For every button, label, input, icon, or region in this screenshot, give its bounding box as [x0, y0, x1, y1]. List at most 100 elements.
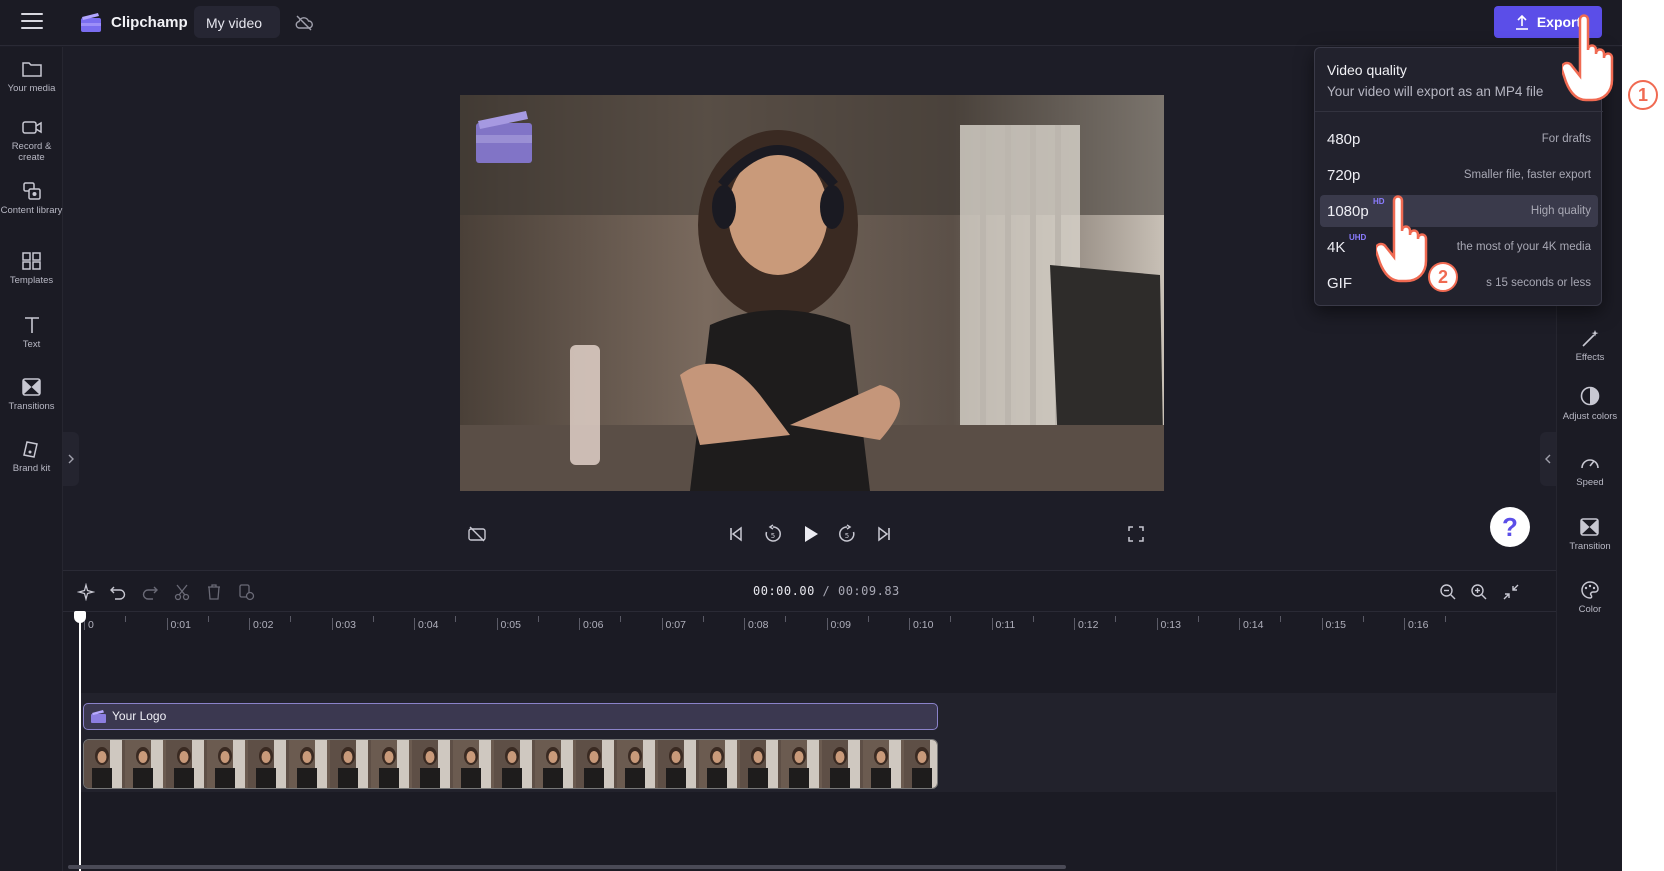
timeline-ruler[interactable]: 0 0:01 0:02 0:03 0:04 0:05 0:06 0:07 0:08 0:09 0:1…: [63, 611, 1556, 637]
zoom-in-icon[interactable]: [1470, 583, 1488, 601]
thumbnail-face: [917, 751, 927, 763]
quality-option-gif[interactable]: GIF s 15 seconds or less: [1320, 267, 1598, 299]
forward-5-icon: 5: [839, 524, 855, 542]
rewind-5s-button[interactable]: 5: [759, 520, 787, 548]
sidebar-item-adjust-colors[interactable]: Adjust colors: [1557, 385, 1622, 422]
logo-clip[interactable]: Your Logo: [83, 703, 938, 730]
timecode: 00:00.00 / 00:09.83: [753, 584, 900, 598]
ruler-minor-tick: [290, 616, 292, 622]
ruler-tick: [1239, 618, 1240, 630]
skip-to-end-button[interactable]: [870, 520, 898, 548]
ruler-label: 0:15: [1325, 619, 1346, 631]
sidebar-item-your-media[interactable]: Your media: [0, 59, 63, 94]
ruler-minor-tick: [1445, 616, 1447, 622]
sidebar-item-label: Your media: [7, 83, 56, 94]
ruler-tick: [1404, 618, 1405, 630]
play-button[interactable]: [796, 520, 824, 548]
rewind-5-icon: 5: [765, 524, 781, 542]
sidebar-item-transitions[interactable]: Transitions: [0, 377, 63, 412]
skip-to-start-button[interactable]: [722, 520, 750, 548]
sidebar-item-text[interactable]: Text: [0, 315, 63, 350]
palette-icon: [1581, 581, 1599, 599]
duplicate-icon[interactable]: [237, 583, 255, 601]
camera-off-icon: [468, 526, 486, 542]
play-icon: [805, 526, 818, 542]
option-description: Smaller file, faster export: [1463, 169, 1591, 181]
collapse-left-panel-button[interactable]: [63, 432, 79, 486]
sidebar-item-speed[interactable]: Speed: [1557, 453, 1622, 488]
sidebar-item-label: Effects: [1575, 352, 1605, 363]
fullscreen-button[interactable]: [1122, 520, 1150, 548]
dropdown-header: Video quality Your video will export as …: [1315, 48, 1603, 112]
forward-5s-button[interactable]: 5: [833, 520, 861, 548]
trash-icon[interactable]: [205, 583, 223, 601]
playhead-handle[interactable]: [74, 611, 86, 623]
thumbnail-body: [871, 768, 891, 788]
transition-icon: [1580, 518, 1599, 536]
fit-timeline-icon[interactable]: [1502, 583, 1520, 601]
quality-option-480p[interactable]: 480p For drafts: [1320, 123, 1598, 155]
zoom-out-icon[interactable]: [1439, 583, 1457, 601]
sidebar-item-templates[interactable]: Templates: [0, 251, 63, 286]
content-library-icon: [22, 182, 41, 200]
timeline-toolbar: 00:00.00 / 00:09.83: [63, 571, 1556, 611]
ruler-minor-tick: [785, 616, 787, 622]
total-time: / 00:09.83: [822, 584, 900, 598]
ruler-label: 0:06: [583, 619, 604, 631]
export-quality-dropdown: Video quality Your video will export as …: [1314, 47, 1603, 306]
scissors-icon[interactable]: [173, 583, 191, 601]
sidebar-item-content-library[interactable]: Content library: [0, 181, 63, 216]
brand-kit-icon: [22, 441, 38, 458]
project-title[interactable]: My video: [194, 6, 280, 38]
skip-forward-icon: [878, 526, 890, 542]
sidebar-item-label: Content library: [0, 205, 63, 216]
sidebar-item-brand-kit[interactable]: Brand kit: [0, 439, 63, 474]
thumbnail-face: [138, 751, 148, 763]
quality-option-4k[interactable]: 4K UHD the most of your 4K media: [1320, 231, 1598, 263]
magic-edit-icon[interactable]: [77, 583, 95, 601]
ruler-label: 0: [88, 619, 94, 631]
ruler-tick: [331, 618, 333, 630]
video-clip[interactable]: [83, 739, 938, 789]
ruler-tick: [1074, 618, 1075, 630]
thumbnail-body: [174, 768, 194, 788]
quality-option-1080p[interactable]: 1080p HD High quality: [1320, 195, 1598, 227]
ruler-label: 0:09: [830, 619, 851, 631]
hide-preview-button[interactable]: [463, 520, 491, 548]
thumbnail-body: [830, 768, 850, 788]
current-time: 00:00.00: [753, 584, 815, 598]
thumbnail-face: [548, 751, 558, 763]
thumbnail-face: [671, 751, 681, 763]
ruler-label: 0:12: [1078, 619, 1099, 631]
timeline-horizontal-scrollbar[interactable]: [68, 865, 1066, 869]
collapse-right-panel-button[interactable]: [1540, 432, 1556, 486]
ruler-minor-tick: [620, 616, 622, 622]
sidebar-item-record-create[interactable]: Record & create: [0, 117, 63, 163]
left-sidebar: Your media Record & create Content libra…: [0, 47, 63, 871]
quality-option-720p[interactable]: 720p Smaller file, faster export: [1320, 159, 1598, 191]
templates-icon: [21, 252, 41, 270]
sidebar-item-label: Record & create: [11, 141, 52, 163]
help-button[interactable]: ?: [1490, 507, 1530, 547]
video-preview[interactable]: [460, 95, 1164, 491]
ruler-minor-tick: [455, 616, 457, 622]
pointer-hand-icon: [1562, 14, 1614, 102]
cloud-off-icon: [295, 15, 313, 31]
sidebar-item-effects[interactable]: Effects: [1557, 328, 1622, 363]
menu-icon[interactable]: [21, 13, 43, 31]
ruler-minor-tick: [1280, 616, 1282, 622]
redo-icon[interactable]: [141, 583, 159, 601]
video-frame-image: [460, 95, 1164, 491]
thumbnail-face: [589, 751, 599, 763]
thumbnail-face: [261, 751, 271, 763]
ruler-tick: [166, 618, 168, 630]
sidebar-item-transition[interactable]: Transition: [1557, 517, 1622, 552]
thumbnail-body: [133, 768, 153, 788]
undo-icon[interactable]: [109, 583, 127, 601]
option-resolution: GIF: [1327, 274, 1352, 292]
playhead[interactable]: [79, 611, 81, 871]
fullscreen-icon: [1128, 526, 1144, 542]
sidebar-item-color[interactable]: Color: [1557, 580, 1622, 615]
ruler-tick: [826, 618, 828, 630]
timeline: 00:00.00 / 00:09.83 0 0:01 0:02 0:03 0:04 0:0…: [63, 570, 1556, 871]
